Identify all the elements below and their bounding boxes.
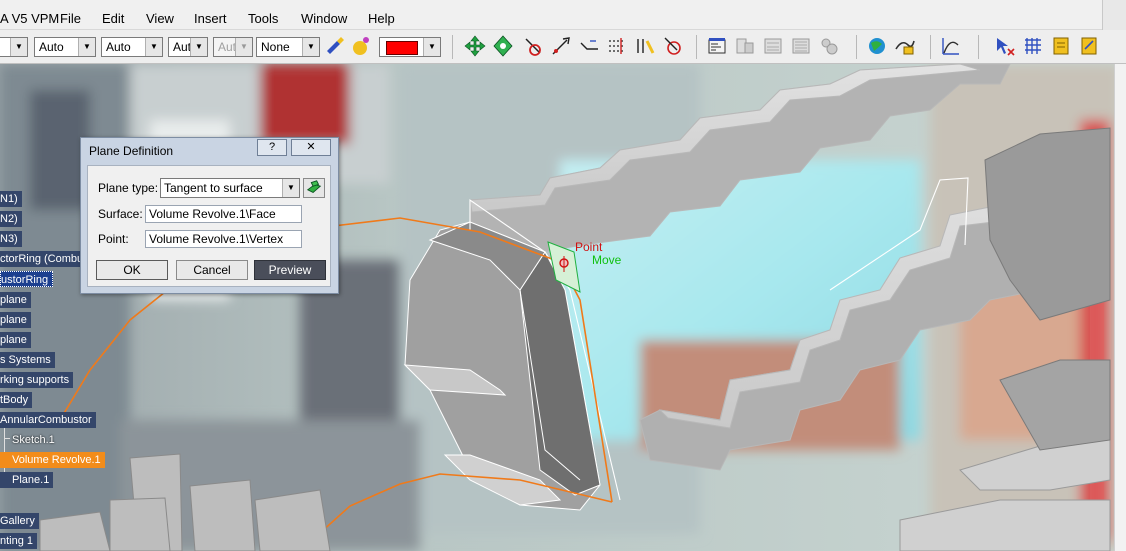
point-symbol-combo[interactable]: Aut ▼	[213, 37, 253, 57]
line-thickness-combo[interactable]: Auto ▼	[101, 37, 163, 57]
axis-icon[interactable]	[550, 35, 572, 57]
right-toolbar-strip	[1114, 64, 1126, 551]
menu-edit[interactable]: Edit	[102, 11, 124, 26]
ok-button[interactable]: OK	[96, 260, 168, 280]
transparency-combo[interactable]: Auto ▼	[34, 37, 96, 57]
color-swatch	[386, 41, 418, 55]
color-combo-partial[interactable]: ▼	[0, 37, 28, 57]
catalog-3-icon[interactable]	[790, 35, 812, 57]
tree-item[interactable]: N1)	[0, 191, 22, 207]
help-button[interactable]: ?	[257, 139, 287, 156]
tree-item[interactable]: Gallery	[0, 513, 39, 529]
chevron-down-icon: ▼	[145, 38, 162, 56]
menu-help[interactable]: Help	[368, 11, 395, 26]
plane-type-label: Plane type:	[98, 181, 159, 195]
menu-window[interactable]: Window	[301, 11, 347, 26]
window-edge	[1102, 0, 1126, 30]
tree-item[interactable]: N3)	[0, 231, 22, 247]
point-annotation: Point	[575, 240, 603, 254]
measure-icon[interactable]	[606, 35, 628, 57]
tree-item[interactable]: N2)	[0, 211, 22, 227]
plane-type-select[interactable]: Tangent to surface ▼	[160, 178, 300, 198]
preview-button[interactable]: Preview	[254, 260, 326, 280]
select-icon[interactable]	[994, 35, 1016, 57]
move-icon[interactable]	[464, 35, 486, 57]
tree-item-plane[interactable]: Plane.1	[0, 472, 54, 488]
chevron-down-icon: ▼	[423, 38, 440, 56]
catalog-2-icon[interactable]	[762, 35, 784, 57]
plane-definition-dialog: Plane Definition ? ✕ Plane type: Tangent…	[80, 137, 339, 294]
fill-color-combo[interactable]: ▼	[379, 37, 441, 57]
chevron-down-icon: ▼	[302, 38, 319, 56]
properties-icon[interactable]	[706, 35, 728, 57]
cancel-button[interactable]: Cancel	[176, 260, 248, 280]
linetype-combo[interactable]: Aut ▼	[168, 37, 208, 57]
snap-icon[interactable]	[522, 35, 544, 57]
chevron-down-icon: ▼	[190, 38, 207, 56]
tree-item[interactable]: s Systems	[0, 352, 55, 368]
tree-item-active[interactable]: Volume Revolve.1	[0, 452, 105, 468]
chevron-down-icon: ▼	[282, 179, 299, 197]
measure-item-icon[interactable]	[634, 35, 656, 57]
dialog-body: Plane type: Tangent to surface ▼ Surface…	[87, 165, 331, 287]
surface-label: Surface:	[98, 207, 143, 221]
chevron-down-icon: ▼	[10, 38, 27, 56]
chevron-down-icon: ▼	[78, 38, 95, 56]
move-rotate-icon[interactable]	[492, 35, 514, 57]
clash-icon[interactable]	[662, 35, 684, 57]
tree-item-selected[interactable]: ustorRing	[0, 271, 54, 287]
move-annotation: Move	[592, 253, 622, 267]
painter-icon[interactable]	[324, 35, 346, 57]
plane-type-icon[interactable]	[303, 178, 325, 198]
globe-icon[interactable]	[866, 35, 888, 57]
curve-icon[interactable]	[940, 35, 962, 57]
tree-item[interactable]: AnnularCombustor	[0, 412, 96, 428]
close-button[interactable]: ✕	[291, 139, 331, 156]
point-field[interactable]: Volume Revolve.1\Vertex	[145, 230, 302, 248]
tree-item[interactable]: plane	[0, 312, 31, 328]
chevron-down-icon: ▼	[235, 38, 252, 56]
surface-field[interactable]: Volume Revolve.1\Face	[145, 205, 302, 223]
menu-tools[interactable]: Tools	[248, 11, 278, 26]
doc-2-icon[interactable]	[1078, 35, 1100, 57]
app-title: A V5 VPM	[0, 11, 60, 26]
settings-icon[interactable]	[818, 35, 840, 57]
tree-item[interactable]: nting 1	[0, 533, 38, 549]
tree-item[interactable]: plane	[0, 292, 31, 308]
grid-icon[interactable]	[1022, 35, 1044, 57]
tree-item[interactable]: tBody	[0, 392, 33, 408]
tree-item[interactable]: rking supports	[0, 372, 74, 388]
rendering-style-combo[interactable]: None ▼	[256, 37, 320, 57]
menu-bar: A V5 VPM File Edit View Insert Tools Win…	[0, 0, 1126, 30]
doc-icon[interactable]	[1050, 35, 1072, 57]
graphic-properties-toolbar: ▼ Auto ▼ Auto ▼ Aut ▼ Aut ▼ None ▼ ▼	[0, 30, 1126, 64]
tree-item-sketch[interactable]: Sketch.1	[0, 432, 59, 448]
point-label: Point:	[98, 232, 129, 246]
menu-file[interactable]: File	[60, 11, 81, 26]
catalog-icon[interactable]	[734, 35, 756, 57]
dialog-title: Plane Definition	[89, 144, 174, 158]
analysis-icon[interactable]	[894, 35, 916, 57]
angle-icon[interactable]	[578, 35, 600, 57]
menu-view[interactable]: View	[146, 11, 174, 26]
material-icon[interactable]	[350, 35, 372, 57]
tree-item[interactable]: plane	[0, 332, 31, 348]
menu-insert[interactable]: Insert	[194, 11, 227, 26]
tree-item[interactable]: ctorRing (Combu	[0, 251, 88, 267]
